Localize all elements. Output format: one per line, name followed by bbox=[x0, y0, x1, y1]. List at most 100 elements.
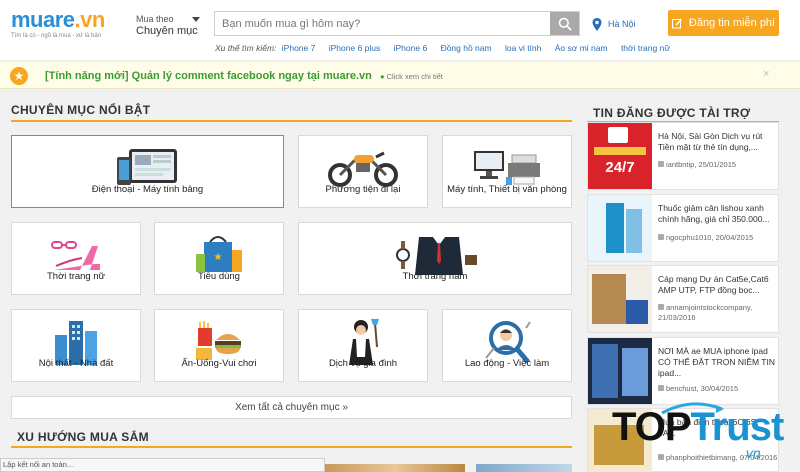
category-label: Lao động - Việc làm bbox=[464, 358, 550, 369]
announcement-detail-text: Click xem chi tiết bbox=[386, 72, 443, 81]
logo-domain: .vn bbox=[74, 7, 106, 32]
fastfood-icon bbox=[155, 320, 283, 362]
sponsored-text: Cáp mạng Dự án Cat5e,Cat6 AMP UTP, FTP đ… bbox=[658, 274, 769, 295]
sponsored-text: NƠI MÀ ae MUA iphone ipad CÓ THỂ ĐẶT TRỌ… bbox=[658, 346, 775, 378]
motorbike-icon bbox=[299, 146, 427, 188]
category-label: Thời trang nữ bbox=[46, 271, 105, 282]
section-divider bbox=[11, 120, 572, 122]
trend-link[interactable]: iPhone 6 plus bbox=[329, 43, 381, 53]
category-card-phones[interactable]: Điện thoại - Máy tính bảng bbox=[11, 135, 284, 208]
watermark-domain: .vn bbox=[742, 445, 761, 461]
location-pin-icon bbox=[592, 17, 602, 31]
announcement-message[interactable]: [Tính năng mới] Quản lý comment facebook… bbox=[45, 70, 372, 82]
category-toggle-line2: Chuyên mục bbox=[136, 25, 198, 37]
trend-image-strip[interactable] bbox=[325, 464, 465, 472]
post-free-ad-button[interactable]: Đăng tin miễn phí bbox=[668, 10, 779, 36]
trend-link[interactable]: loa vi tính bbox=[505, 43, 541, 53]
watermark-brand-top: TOP bbox=[612, 405, 692, 449]
category-card-women-fashion[interactable]: Thời trang nữ bbox=[11, 222, 141, 295]
site-logo[interactable]: muare.vn Tìm là có - ngõ là mua - xứ là … bbox=[11, 7, 106, 40]
category-label: Phương tiện đi lại bbox=[325, 184, 401, 195]
sponsored-item[interactable]: Thuốc giảm cân lishou xanh chính hãng, g… bbox=[587, 194, 779, 262]
category-card-vehicles[interactable]: Phương tiện đi lại bbox=[298, 135, 428, 208]
category-label: Tiêu dùng bbox=[198, 271, 240, 282]
category-card-food[interactable]: Ẩn-Uống-Vui chơi bbox=[154, 309, 284, 382]
trend-link[interactable]: iPhone 6 bbox=[394, 43, 428, 53]
search-box bbox=[214, 11, 580, 36]
logo-tagline: Tìm là có - ngõ là mua - xứ là bán bbox=[11, 33, 102, 39]
search-trends: Xu thế tìm kiếm: iPhone 7 iPhone 6 plus … bbox=[215, 43, 800, 57]
search-button[interactable] bbox=[550, 12, 579, 35]
star-icon: ★ bbox=[10, 67, 28, 85]
category-label: Điện thoại - Máy tính bảng bbox=[91, 184, 204, 195]
category-card-home-services[interactable]: Dịch vụ gia đình bbox=[298, 309, 428, 382]
location-selector[interactable]: Hà Nội bbox=[592, 16, 636, 32]
watermark-brand-trust: Trust bbox=[690, 405, 785, 449]
category-card-men-fashion[interactable]: Thời trang nam bbox=[298, 222, 572, 295]
user-icon bbox=[658, 161, 664, 167]
trend-link[interactable]: thời trang nữ bbox=[621, 43, 670, 53]
svg-text:★: ★ bbox=[214, 252, 223, 263]
chevron-down-icon bbox=[192, 17, 200, 22]
user-icon bbox=[658, 385, 664, 391]
trend-image-strip[interactable] bbox=[476, 464, 572, 472]
sponsored-item[interactable]: Cáp mạng Dự án Cat5e,Cat6 AMP UTP, FTP đ… bbox=[587, 265, 779, 333]
shopping-bag-icon: ★ bbox=[155, 233, 283, 275]
maid-icon bbox=[299, 319, 427, 365]
sponsored-meta: iantbntip, 25/01/2015 bbox=[658, 160, 778, 170]
sponsored-meta: annamjointstockcompany, 21/03/2016 bbox=[658, 303, 778, 323]
phone-tablet-icon bbox=[12, 146, 283, 188]
logo-text: muare bbox=[11, 7, 75, 32]
sponsored-text: Thuốc giảm cân lishou xanh chính hãng, g… bbox=[658, 203, 770, 224]
sponsored-user: benchust, 30/04/2015 bbox=[666, 384, 739, 393]
trends-label: Xu thế tìm kiếm: bbox=[215, 43, 277, 53]
location-label: Hà Nội bbox=[608, 19, 636, 29]
sponsored-meta: ngocphu1010, 20/04/2015 bbox=[658, 233, 778, 243]
buildings-icon bbox=[12, 320, 140, 365]
computer-printer-icon bbox=[443, 146, 571, 188]
sponsored-user: annamjointstockcompany, 21/03/2016 bbox=[658, 303, 753, 322]
category-label: Dịch vụ gia đình bbox=[328, 358, 398, 369]
user-icon bbox=[658, 304, 664, 310]
sponsored-thumbnail bbox=[588, 266, 652, 332]
heels-glasses-icon bbox=[12, 233, 140, 275]
sponsored-item[interactable]: 24/7 Hà Nội, Sài Gòn Dịch vụ rút Tiền mặ… bbox=[587, 122, 779, 190]
category-label: Nội thất - Nhà đất bbox=[38, 358, 114, 369]
sponsored-meta: benchust, 30/04/2015 bbox=[658, 384, 778, 394]
thumbnail-label: 24/7 bbox=[605, 159, 635, 176]
sponsored-thumbnail bbox=[588, 195, 652, 261]
trend-link[interactable]: Áo sơ mi nam bbox=[555, 43, 608, 53]
featured-categories-title: CHUYÊN MỤC NỔI BẬT bbox=[11, 103, 151, 117]
category-menu-toggle[interactable]: Mua theo Chuyên mục bbox=[136, 14, 204, 42]
category-card-real-estate[interactable]: Nội thất - Nhà đất bbox=[11, 309, 141, 382]
sponsored-thumbnail: 24/7 bbox=[588, 123, 652, 189]
search-input[interactable] bbox=[215, 12, 551, 35]
edit-icon bbox=[671, 18, 682, 28]
shopping-trends-title: XU HƯỚNG MUA SẮM bbox=[17, 430, 149, 444]
category-card-jobs[interactable]: Lao động - Việc làm bbox=[442, 309, 572, 382]
trend-link[interactable]: iPhone 7 bbox=[282, 43, 316, 53]
category-label: Thời trang nam bbox=[402, 271, 468, 282]
category-card-consumer[interactable]: ★ Tiêu dùng bbox=[154, 222, 284, 295]
worker-icon bbox=[443, 320, 571, 364]
search-icon bbox=[558, 17, 572, 31]
toptrust-watermark: TOPTrust .vn bbox=[612, 395, 792, 465]
close-icon[interactable]: × bbox=[763, 68, 769, 80]
post-button-label: Đăng tin miễn phí bbox=[688, 17, 776, 29]
sponsored-text: Hà Nội, Sài Gòn Dịch vụ rút Tiền mặt từ … bbox=[658, 131, 763, 152]
trend-link[interactable]: Đồng hồ nam bbox=[441, 43, 492, 53]
section-divider bbox=[11, 446, 572, 448]
announcement-detail-link[interactable]: ● Click xem chi tiết bbox=[380, 72, 443, 81]
sponsored-title: TIN ĐĂNG ĐƯỢC TÀI TRỢ bbox=[593, 106, 751, 120]
category-label: Ẩn-Uống-Vui chơi bbox=[181, 358, 257, 369]
user-icon bbox=[658, 234, 664, 240]
see-all-categories-button[interactable]: Xem tất cả chuyên mục » bbox=[11, 396, 572, 419]
sponsored-user: iantbntip, 25/01/2015 bbox=[666, 160, 737, 169]
sponsored-user: ngocphu1010, 20/04/2015 bbox=[666, 233, 754, 242]
category-label: Máy tính, Thiết bị văn phòng bbox=[447, 184, 567, 195]
category-card-computers[interactable]: Máy tính, Thiết bị văn phòng bbox=[442, 135, 572, 208]
site-header: muare.vn Tìm là có - ngõ là mua - xứ là … bbox=[0, 0, 800, 60]
browser-status-bar: Lập kết nối an toàn... bbox=[0, 458, 325, 472]
announcement-bar: ★ [Tính năng mới] Quản lý comment facebo… bbox=[0, 61, 800, 89]
suit-watch-icon bbox=[299, 233, 571, 275]
